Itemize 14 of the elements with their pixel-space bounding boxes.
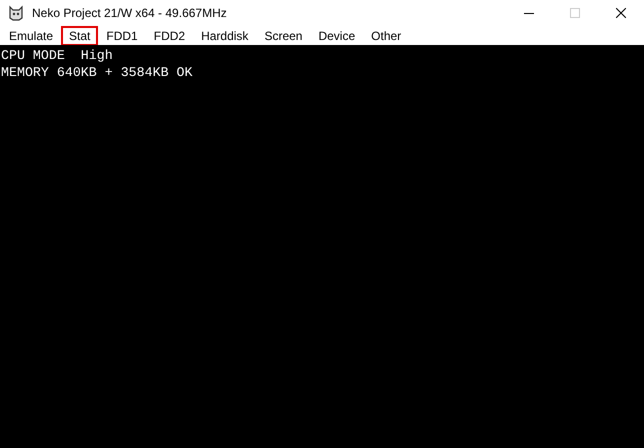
menu-item[interactable]: Device [310, 26, 364, 46]
menu-item[interactable]: Screen [256, 26, 310, 46]
maximize-icon [570, 8, 580, 18]
menu-item[interactable]: FDD2 [146, 26, 194, 46]
minimize-icon [524, 12, 534, 14]
window-title: Neko Project 21/W x64 - 49.667MHz [32, 6, 227, 20]
menu-item[interactable]: Other [363, 26, 410, 46]
close-icon [616, 8, 626, 18]
menu-item[interactable]: Emulate [1, 26, 62, 46]
screen-text-line: MEMORY 640KB + 3584KB OK [1, 64, 193, 81]
cat-icon [8, 5, 24, 21]
menu-item[interactable]: FDD1 [98, 26, 146, 46]
screen-text-line: CPU MODE High [1, 47, 113, 64]
menu-item[interactable]: Harddisk [193, 26, 256, 46]
